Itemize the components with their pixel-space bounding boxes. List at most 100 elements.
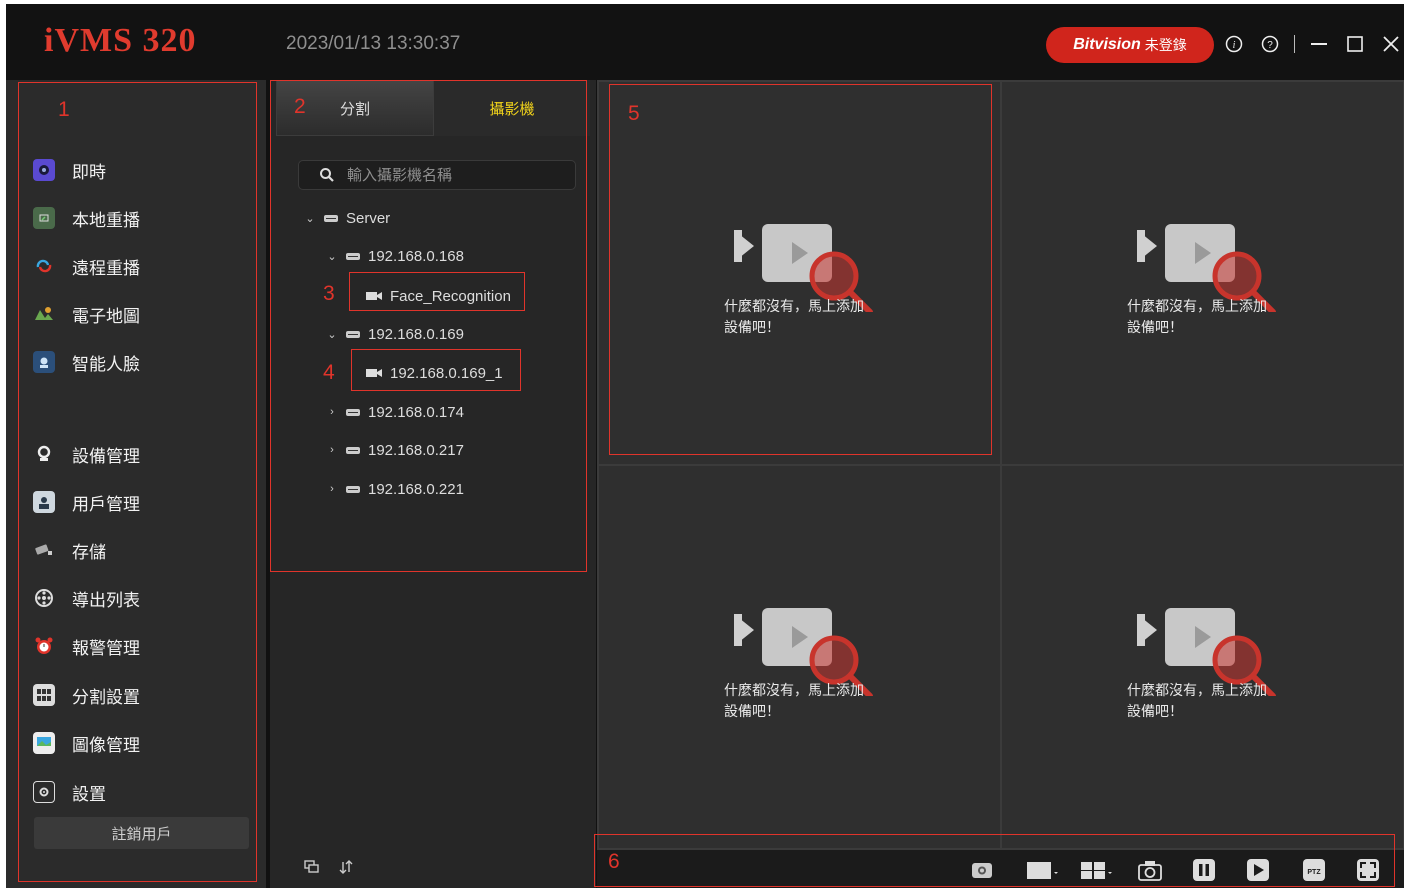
chevron-down-icon[interactable]: ⌄ [304, 212, 316, 225]
empty-message-line1: 什麼都沒有，馬上添加 [724, 298, 864, 314]
annotation-number: 5 [628, 102, 640, 125]
tree-node-label: 192.168.0.221 [368, 480, 464, 498]
tree-node-label: 192.168.0.169 [368, 325, 464, 343]
empty-message: 什麼都沒有，馬上添加 設備吧！ [1127, 296, 1267, 338]
remote-playback-icon [33, 255, 55, 277]
tree-node-camera[interactable]: Face_Recognition [366, 284, 511, 308]
sidebar-item-label: 用戶管理 [72, 494, 140, 514]
storage-icon [33, 539, 55, 561]
pause-icon[interactable] [1191, 857, 1217, 883]
annotation-number: 2 [294, 95, 306, 118]
video-cell[interactable]: 什麼都沒有，馬上添加 設備吧！ [1002, 466, 1403, 848]
empty-message: 什麼都沒有，馬上添加 設備吧！ [724, 296, 864, 338]
live-icon [33, 159, 55, 181]
svg-text:i: i [1233, 40, 1236, 51]
tree-node-nvr[interactable]: ⌄ 192.168.0.169 [326, 322, 464, 346]
export-icon [33, 587, 55, 609]
sidebar-item-label: 遠程重播 [72, 258, 140, 278]
playback-toolbar: PTZ [597, 850, 1404, 888]
chevron-right-icon[interactable]: › [326, 406, 338, 418]
nvr-icon [346, 447, 360, 454]
sidebar-item-label: 電子地圖 [72, 306, 140, 326]
layout-single-icon[interactable] [1025, 857, 1059, 883]
sidebar-item-remote-playback[interactable]: 遠程重播 [6, 246, 266, 286]
sidebar-item-label: 本地重播 [72, 210, 140, 230]
sidebar-item-label: 即時 [72, 162, 106, 182]
help-icon[interactable]: ? [1258, 32, 1282, 56]
empty-message-line1: 什麼都沒有，馬上添加 [724, 682, 864, 698]
empty-message-line1: 什麼都沒有，馬上添加 [1127, 298, 1267, 314]
image-icon [33, 732, 55, 754]
ptz-icon[interactable]: PTZ [1301, 857, 1327, 883]
info-icon[interactable]: i [1222, 32, 1246, 56]
svg-text:PTZ: PTZ [1307, 869, 1321, 876]
video-cell[interactable]: 什麼都沒有，馬上添加 設備吧！ [1002, 82, 1403, 464]
sidebar-item-label: 分割設置 [72, 687, 140, 707]
maximize-icon[interactable] [1343, 32, 1367, 56]
video-cell[interactable]: 什麼都沒有，馬上添加 設備吧！ [599, 82, 1000, 464]
video-grid: 什麼都沒有，馬上添加 設備吧！ 什麼都沒有，馬上添加 設備吧！ 什麼都沒有，馬上… [597, 80, 1404, 850]
tree-node-nvr[interactable]: › 192.168.0.174 [326, 400, 464, 424]
sidebar-item-label: 導出列表 [72, 590, 140, 610]
tree-footer [304, 860, 354, 874]
empty-message-line1: 什麼都沒有，馬上添加 [1127, 682, 1267, 698]
sidebar-item-local-playback[interactable]: 本地重播 [6, 198, 266, 238]
sidebar-item-face[interactable]: 智能人臉 [6, 342, 266, 382]
chevron-down-icon[interactable]: ⌄ [326, 328, 338, 341]
nvr-icon [346, 409, 360, 416]
empty-message-line2: 設備吧！ [724, 703, 780, 719]
split-icon [33, 684, 55, 706]
close-icon[interactable] [1379, 32, 1403, 56]
sidebar-item-export[interactable]: 導出列表 [6, 578, 266, 618]
annotation-number: 1 [58, 98, 70, 121]
minimize-icon[interactable] [1307, 32, 1331, 56]
tree-node-server[interactable]: ⌄ Server [304, 206, 390, 230]
brand-name: Bitvision [1073, 36, 1141, 53]
snapshot-icon[interactable] [1137, 857, 1163, 883]
sidebar-item-label: 圖像管理 [72, 735, 140, 755]
sidebar-item-split[interactable]: 分割設置 [6, 675, 266, 715]
record-icon[interactable] [969, 857, 995, 883]
annotation-number: 6 [608, 850, 620, 873]
sidebar-item-emap[interactable]: 電子地圖 [6, 294, 266, 334]
settings-icon [33, 781, 55, 803]
layout-quad-icon[interactable] [1079, 857, 1113, 883]
tree-node-label: 192.168.0.217 [368, 441, 464, 459]
sidebar-item-device[interactable]: 設備管理 [6, 434, 266, 474]
sidebar-item-alarm[interactable]: 報警管理 [6, 626, 266, 666]
bitvision-login-button[interactable]: Bitvision 未登錄 [1046, 27, 1214, 63]
chevron-right-icon[interactable]: › [326, 483, 338, 495]
sidebar-item-settings[interactable]: 設置 [6, 772, 266, 812]
device-tree-panel: 分割 攝影機 ⌄ Server ⌄ 192.168.0.168 Face_Rec… [270, 80, 596, 888]
sidebar-item-live[interactable]: 即時 [6, 150, 266, 190]
tree-node-nvr[interactable]: ⌄ 192.168.0.168 [326, 244, 464, 268]
camera-search-input[interactable] [347, 166, 567, 184]
chevron-down-icon[interactable]: ⌄ [326, 250, 338, 263]
tab-camera[interactable]: 攝影機 [434, 80, 590, 136]
title-separator [1294, 35, 1295, 53]
tree-node-nvr[interactable]: › 192.168.0.217 [326, 438, 464, 462]
video-cell[interactable]: 什麼都沒有，馬上添加 設備吧！ [599, 466, 1000, 848]
nvr-icon [346, 486, 360, 493]
sort-icon[interactable] [338, 860, 354, 874]
sidebar-item-storage[interactable]: 存儲 [6, 530, 266, 570]
chevron-right-icon[interactable]: › [326, 444, 338, 456]
device-icon [33, 443, 55, 465]
tree-node-label: Face_Recognition [390, 287, 511, 305]
search-icon [319, 167, 335, 183]
local-playback-icon [33, 207, 55, 229]
logout-button[interactable]: 註銷用戶 [34, 817, 249, 849]
tree-node-label: 192.168.0.168 [368, 247, 464, 265]
sidebar: 即時 本地重播 遠程重播 電子地圖 智能人臉 設備管理 用戶管理 存儲 導出列表… [6, 80, 266, 888]
emap-icon [33, 303, 55, 325]
user-icon [33, 491, 55, 513]
tree-node-camera[interactable]: 192.168.0.169_1 [366, 361, 503, 385]
collapse-all-icon[interactable] [304, 860, 320, 874]
empty-message-line2: 設備吧！ [1127, 703, 1183, 719]
sidebar-item-image[interactable]: 圖像管理 [6, 723, 266, 763]
empty-message: 什麼都沒有，馬上添加 設備吧！ [1127, 680, 1267, 722]
play-icon[interactable] [1245, 857, 1271, 883]
fullscreen-icon[interactable] [1355, 857, 1381, 883]
tree-node-nvr[interactable]: › 192.168.0.221 [326, 477, 464, 501]
sidebar-item-user[interactable]: 用戶管理 [6, 482, 266, 522]
